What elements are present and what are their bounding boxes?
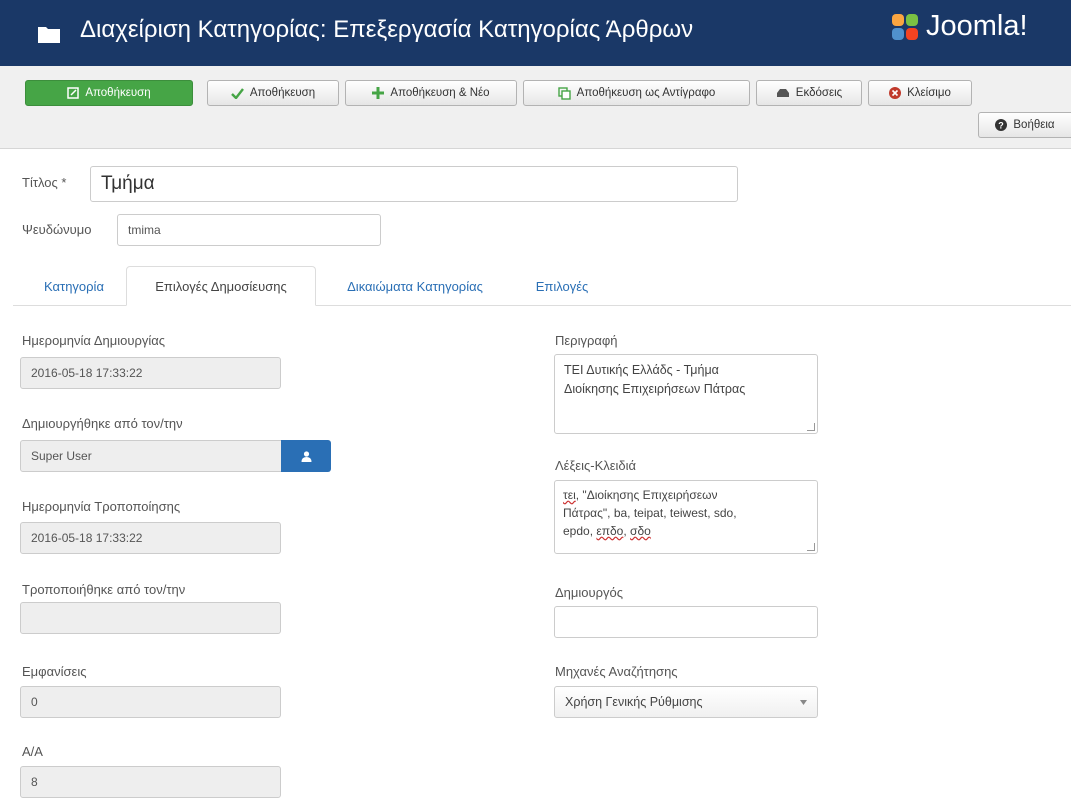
tab-options[interactable]: Επιλογές bbox=[514, 266, 610, 306]
chevron-down-icon bbox=[800, 699, 807, 705]
title-label: Τίτλος * bbox=[22, 175, 67, 190]
id-field: 8 bbox=[20, 766, 281, 798]
save-button-label: Αποθήκευση bbox=[85, 87, 151, 99]
close-icon bbox=[889, 87, 902, 99]
versions-button-label: Εκδόσεις bbox=[795, 87, 843, 99]
title-input[interactable]: Τμήμα bbox=[90, 166, 738, 202]
plus-icon bbox=[372, 87, 385, 99]
description-textarea[interactable]: ΤΕΙ Δυτικής Ελλάδς - Τμήμα Διοίκησης Επι… bbox=[554, 354, 818, 434]
help-button[interactable]: ? Βοήθεια bbox=[978, 112, 1071, 138]
author-input[interactable] bbox=[554, 606, 818, 638]
author-label: Δημιουργός bbox=[555, 585, 624, 600]
tab-category[interactable]: Κατηγορία bbox=[22, 266, 126, 306]
keyword-text: , "Διοίκησης Επιχειρήσεων bbox=[575, 488, 718, 502]
close-button-label: Κλείσιμο bbox=[907, 87, 951, 99]
modified-by-label: Τροποποιήθηκε από τον/την bbox=[22, 582, 186, 597]
created-by-label: Δημιουργήθηκε από τον/την bbox=[22, 416, 183, 431]
save-new-button-label: Αποθήκευση & Νέο bbox=[390, 87, 490, 99]
versions-button[interactable]: Εκδόσεις bbox=[756, 80, 862, 106]
copy-icon bbox=[557, 86, 571, 100]
save-new-button[interactable]: Αποθήκευση & Νέο bbox=[345, 80, 517, 106]
robots-select-value: Χρήση Γενικής Ρύθμισης bbox=[565, 695, 703, 709]
id-label: Α/Α bbox=[22, 744, 43, 759]
save-close-button-label: Αποθήκευση bbox=[249, 87, 316, 99]
select-user-button[interactable] bbox=[281, 440, 331, 472]
robots-label: Μηχανές Αναζήτησης bbox=[555, 664, 678, 679]
edit-icon bbox=[67, 87, 80, 99]
question-circle-icon: ? bbox=[995, 119, 1008, 131]
keyword-misspelled: σδο bbox=[630, 524, 651, 538]
close-button[interactable]: Κλείσιμο bbox=[868, 80, 972, 106]
created-date-label: Ημερομηνία Δημιουργίας bbox=[22, 333, 166, 348]
hits-label: Εμφανίσεις bbox=[22, 664, 87, 679]
hits-field: 0 bbox=[20, 686, 281, 718]
description-label: Περιγραφή bbox=[555, 333, 618, 348]
modified-date-label: Ημερομηνία Τροποποίησης bbox=[22, 499, 181, 514]
resize-handle-icon[interactable] bbox=[807, 423, 815, 431]
keywords-line-1: τει, "Διοίκησης Επιχειρήσεων bbox=[563, 486, 809, 504]
keywords-label: Λέξεις-Κλειδιά bbox=[555, 458, 637, 473]
check-icon bbox=[230, 87, 244, 99]
joomla-logo-icon bbox=[892, 14, 918, 40]
robots-select[interactable]: Χρήση Γενικής Ρύθμισης bbox=[554, 686, 818, 718]
archive-icon bbox=[776, 89, 789, 97]
keywords-textarea[interactable]: τει, "Διοίκησης Επιχειρήσεων Πάτρας", ba… bbox=[554, 480, 818, 554]
folder-icon bbox=[38, 27, 60, 43]
joomla-brand: Joomla! bbox=[926, 10, 1028, 42]
alias-input[interactable]: tmima bbox=[117, 214, 381, 246]
created-date-field: 2016-05-18 17:33:22 bbox=[20, 357, 281, 389]
description-line-2: Διοίκησης Επιχειρήσεων Πάτρας bbox=[564, 382, 746, 396]
created-by-field: Super User bbox=[20, 440, 282, 472]
keyword-misspelled: τει bbox=[563, 488, 576, 502]
keywords-line-3: epdo, επδο, σδο bbox=[563, 522, 809, 540]
alias-label: Ψευδώνυμο bbox=[22, 222, 92, 237]
user-icon bbox=[301, 450, 311, 462]
resize-handle-icon[interactable] bbox=[807, 543, 815, 551]
save-copy-button-label: Αποθήκευση ως Αντίγραφο bbox=[576, 87, 716, 99]
save-button[interactable]: Αποθήκευση bbox=[25, 80, 193, 106]
modified-by-field bbox=[20, 602, 281, 634]
page-title: Διαχείριση Κατηγορίας: Επεξεργασία Κατηγ… bbox=[80, 16, 694, 43]
keyword-text: epdo, bbox=[563, 524, 597, 538]
tab-publishing-options[interactable]: Επιλογές Δημοσίευσης bbox=[126, 266, 316, 306]
keyword-misspelled: επδο bbox=[596, 524, 624, 538]
help-button-label: Βοήθεια bbox=[1013, 119, 1055, 131]
toolbar: Αποθήκευση Αποθήκευση Αποθήκευση & Νέο Α… bbox=[0, 66, 1071, 149]
page-header: Διαχείριση Κατηγορίας: Επεξεργασία Κατηγ… bbox=[0, 0, 1071, 66]
save-copy-button[interactable]: Αποθήκευση ως Αντίγραφο bbox=[523, 80, 750, 106]
description-line-1: ΤΕΙ Δυτικής Ελλάδς - Τμήμα bbox=[564, 363, 719, 377]
save-close-button[interactable]: Αποθήκευση bbox=[207, 80, 339, 106]
tab-category-permissions[interactable]: Δικαιώματα Κατηγορίας bbox=[316, 266, 514, 306]
keywords-line-2: Πάτρας", ba, teipat, teiwest, sdo, bbox=[563, 506, 737, 520]
modified-date-field: 2016-05-18 17:33:22 bbox=[20, 522, 281, 554]
svg-text:?: ? bbox=[999, 121, 1005, 131]
